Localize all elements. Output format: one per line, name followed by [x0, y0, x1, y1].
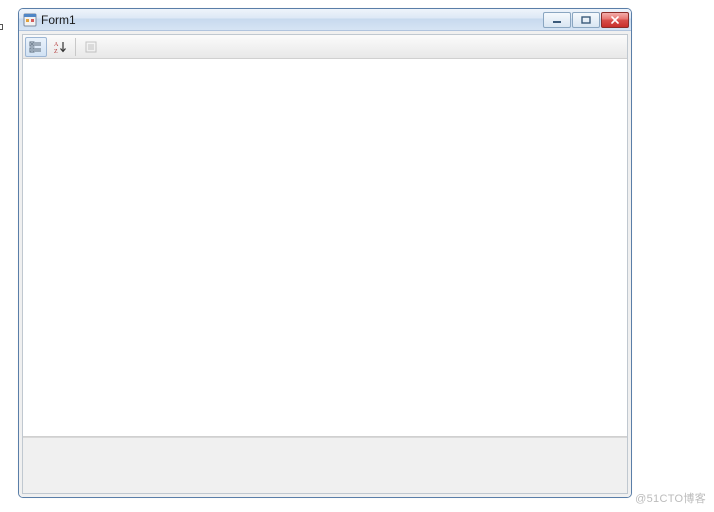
categorized-icon	[29, 40, 43, 54]
svg-text:A: A	[54, 42, 59, 48]
watermark-text: @51CTO博客	[635, 490, 706, 506]
description-pane	[23, 437, 627, 493]
close-button[interactable]	[601, 12, 629, 28]
window-title: Form1	[41, 9, 543, 31]
categorized-button[interactable]	[25, 37, 47, 57]
window-frame: Form1	[18, 8, 632, 498]
svg-text:Z: Z	[54, 49, 58, 54]
property-pages-button	[80, 37, 102, 57]
property-pages-icon	[84, 40, 98, 54]
maximize-button[interactable]	[572, 12, 600, 28]
form-app-icon	[23, 13, 37, 27]
designer-resize-handle[interactable]	[0, 24, 3, 30]
client-area: A Z	[19, 31, 631, 497]
minimize-button[interactable]	[543, 12, 571, 28]
titlebar[interactable]: Form1	[19, 9, 631, 31]
property-grid-body[interactable]	[23, 59, 627, 437]
window-controls	[543, 12, 629, 28]
alphabetical-button[interactable]: A Z	[49, 37, 71, 57]
property-grid-toolbar: A Z	[23, 35, 627, 59]
property-grid: A Z	[22, 34, 628, 494]
toolbar-separator	[75, 38, 76, 56]
sort-alpha-icon: A Z	[53, 40, 67, 54]
